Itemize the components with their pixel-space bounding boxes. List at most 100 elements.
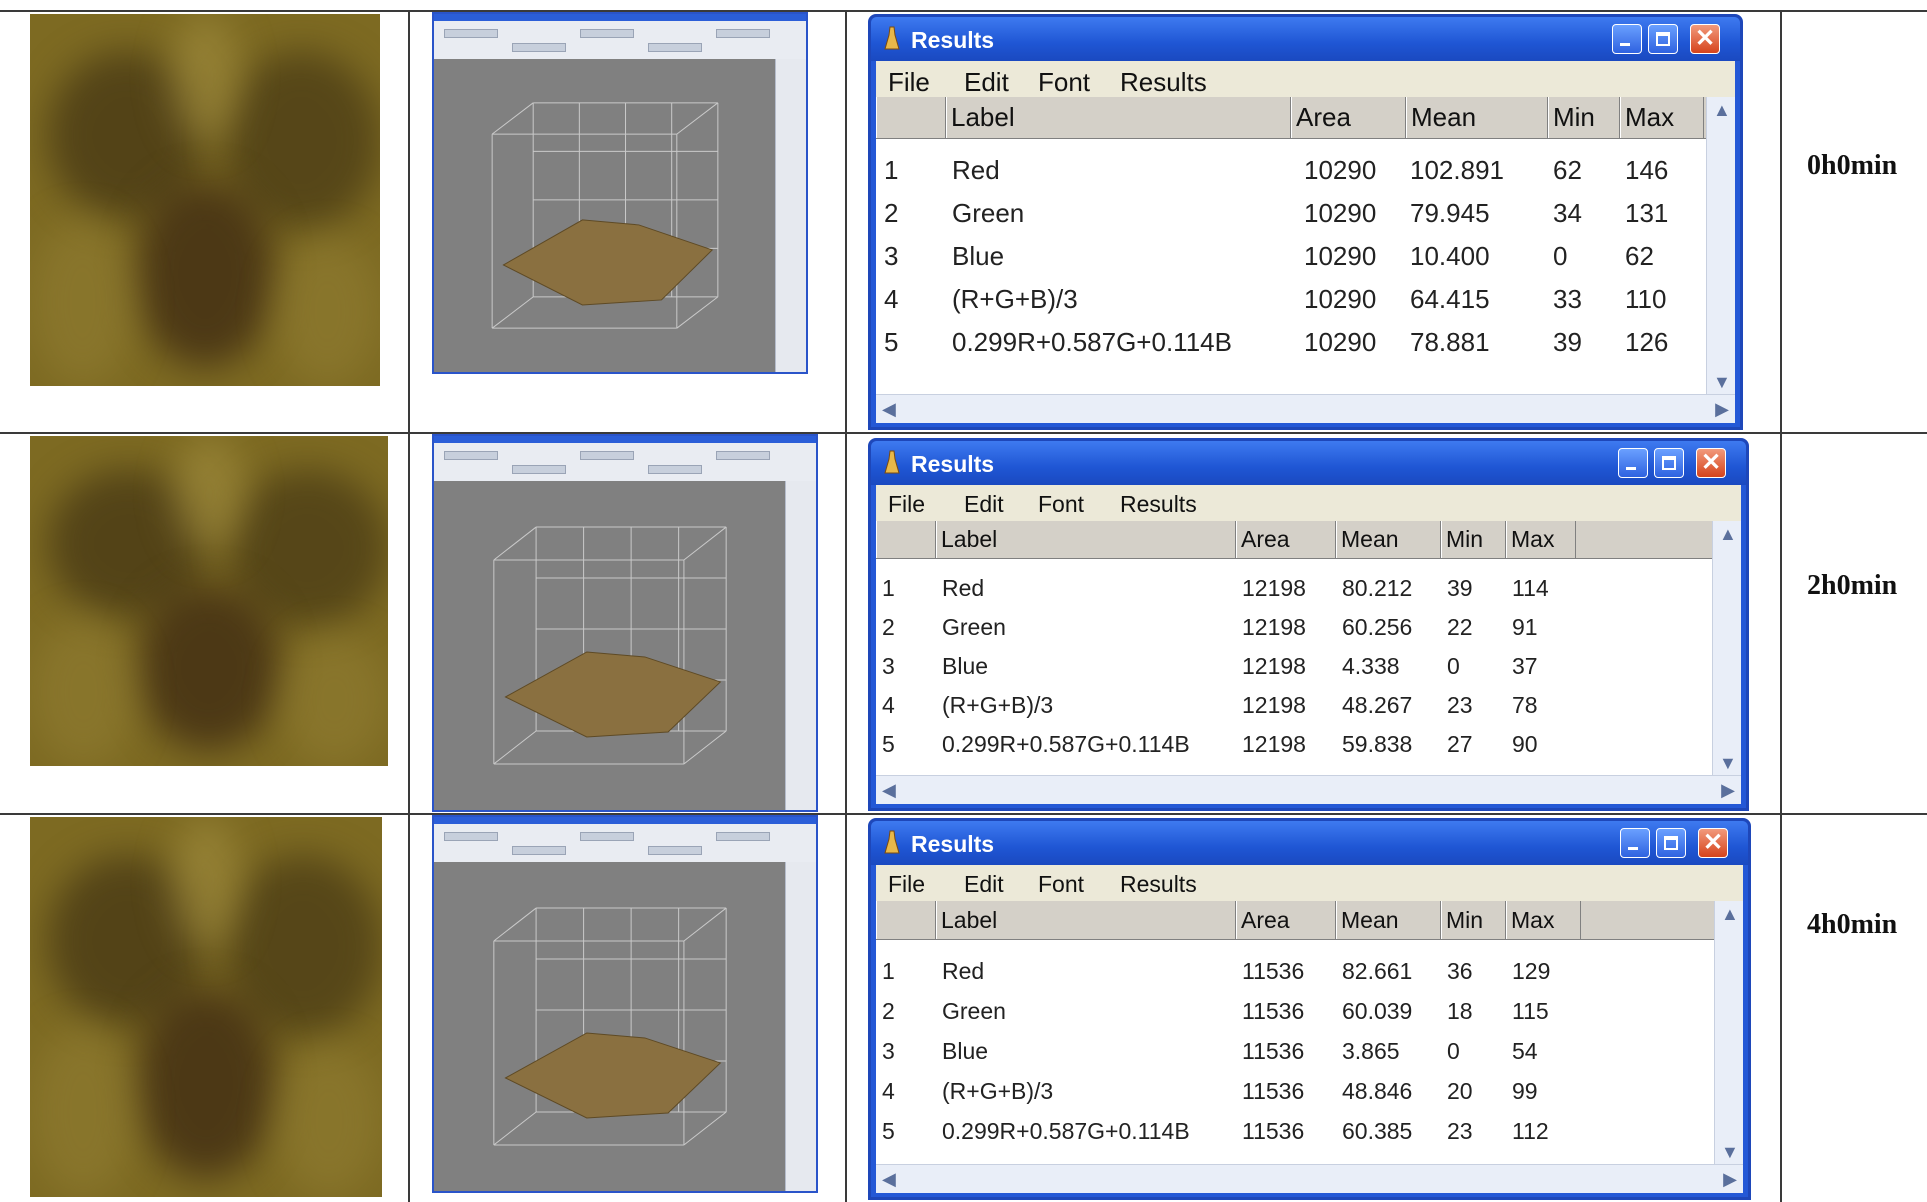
header-index[interactable] [876,521,936,558]
minimize-button[interactable] [1620,828,1650,858]
header-min[interactable]: Min [1548,97,1620,138]
horizontal-scrollbar[interactable]: ◀ ▶ [876,1164,1743,1193]
header-area[interactable]: Area [1236,521,1336,558]
plot-toolbar-control[interactable] [444,832,498,841]
plot-toolbar-control[interactable] [580,451,634,460]
scroll-down-icon[interactable]: ▼ [1719,754,1737,772]
close-button[interactable]: ✕ [1690,24,1720,54]
scroll-down-icon[interactable]: ▼ [1721,1143,1739,1161]
header-mean[interactable]: Mean [1336,901,1441,939]
table-row[interactable]: 1 Red 10290 102.891 62 146 [876,149,1707,192]
plot-box-edge [493,907,537,942]
menu-edit[interactable]: Edit [964,67,1009,98]
plot-toolbar-control[interactable] [716,451,770,460]
horizontal-scrollbar[interactable]: ◀ ▶ [876,775,1741,804]
header-index[interactable] [876,97,946,138]
table-row[interactable]: 1 Red 12198 80.212 39 114 [876,569,1713,608]
table-row[interactable]: 1 Red 11536 82.661 36 129 [876,951,1715,991]
surface-plot-window [432,434,818,812]
header-min[interactable]: Min [1441,521,1506,558]
menu-bar: File Edit Font Results [876,61,1735,97]
menu-edit[interactable]: Edit [964,491,1004,518]
plot-box-edge [683,1111,727,1146]
scroll-up-icon[interactable]: ▲ [1721,905,1739,923]
table-row[interactable]: 4 (R+G+B)/3 10290 64.415 33 110 [876,278,1707,321]
header-mean[interactable]: Mean [1406,97,1548,138]
table-row[interactable]: 3 Blue 11536 3.865 0 54 [876,1031,1715,1071]
plot-toolbar-control[interactable] [512,465,566,474]
window-titlebar[interactable]: Results ✕ [871,821,1748,865]
window-titlebar[interactable]: Results ✕ [871,17,1740,61]
menu-file[interactable]: File [888,871,925,898]
header-mean[interactable]: Mean [1336,521,1441,558]
window-titlebar[interactable]: Results ✕ [871,441,1746,485]
header-min[interactable]: Min [1441,901,1506,939]
table-row[interactable]: 3 Blue 12198 4.338 0 37 [876,647,1713,686]
table-row[interactable]: 5 0.299R+0.587G+0.114B 11536 60.385 23 112 [876,1111,1715,1151]
scroll-up-icon[interactable]: ▲ [1713,101,1731,119]
minimize-button[interactable] [1618,448,1648,478]
header-area[interactable]: Area [1291,97,1406,138]
scroll-up-icon[interactable]: ▲ [1719,525,1737,543]
close-button[interactable]: ✕ [1696,448,1726,478]
maximize-button[interactable] [1656,828,1686,858]
table-row[interactable]: 2 Green 11536 60.039 18 115 [876,991,1715,1031]
header-max[interactable]: Max [1506,521,1576,558]
plot-toolbar-control[interactable] [444,29,498,38]
menu-font[interactable]: Font [1038,491,1084,518]
table-cell: 102.891 [1410,155,1504,185]
table-cell: 1 [884,155,899,185]
horizontal-scrollbar[interactable]: ◀ ▶ [876,394,1735,423]
header-label[interactable]: Label [946,97,1291,138]
header-index[interactable] [876,901,936,939]
plot-toolbar-control[interactable] [580,832,634,841]
scroll-right-icon[interactable]: ▶ [1723,1170,1737,1188]
table-row[interactable]: 2 Green 10290 79.945 34 131 [876,192,1707,235]
scroll-left-icon[interactable]: ◀ [882,400,896,418]
menu-results[interactable]: Results [1120,871,1197,898]
header-area[interactable]: Area [1236,901,1336,939]
scroll-right-icon[interactable]: ▶ [1715,400,1729,418]
plot-toolbar-control[interactable] [512,846,566,855]
plot-toolbar-control[interactable] [648,465,702,474]
scroll-right-icon[interactable]: ▶ [1721,781,1735,799]
table-cell: 12198 [1242,575,1306,601]
menu-results[interactable]: Results [1120,67,1207,98]
scroll-left-icon[interactable]: ◀ [882,781,896,799]
header-max[interactable]: Max [1620,97,1704,138]
vertical-scrollbar[interactable]: ▲ ▼ [1712,521,1741,776]
table-row[interactable]: 2 Green 12198 60.256 22 91 [876,608,1713,647]
header-label[interactable]: Label [936,521,1236,558]
plot-toolbar-control[interactable] [512,43,566,52]
table-row[interactable]: 4 (R+G+B)/3 12198 48.267 23 78 [876,686,1713,725]
vertical-scrollbar[interactable]: ▲ ▼ [1714,901,1743,1165]
vertical-scrollbar[interactable]: ▲ ▼ [1706,97,1735,395]
minimize-button[interactable] [1612,24,1642,54]
header-max[interactable]: Max [1506,901,1581,939]
table-row[interactable]: 5 0.299R+0.587G+0.114B 12198 59.838 27 90 [876,725,1713,764]
plot-toolbar-control[interactable] [716,832,770,841]
plot-toolbar-control[interactable] [648,43,702,52]
plot-toolbar-control[interactable] [580,29,634,38]
table-row[interactable]: 4 (R+G+B)/3 11536 48.846 20 99 [876,1071,1715,1111]
maximize-button[interactable] [1648,24,1678,54]
menu-font[interactable]: Font [1038,67,1090,98]
close-button[interactable]: ✕ [1698,828,1728,858]
scroll-down-icon[interactable]: ▼ [1713,373,1731,391]
table-cell: 5 [882,731,895,757]
header-label[interactable]: Label [936,901,1236,939]
plot-toolbar-control[interactable] [444,451,498,460]
table-row[interactable]: 3 Blue 10290 10.400 0 62 [876,235,1707,278]
menu-file[interactable]: File [888,491,925,518]
menu-results[interactable]: Results [1120,491,1197,518]
menu-font[interactable]: Font [1038,871,1084,898]
table-row[interactable]: 5 0.299R+0.587G+0.114B 10290 78.881 39 126 [876,321,1707,364]
imagej-app-icon [883,449,901,475]
menu-file[interactable]: File [888,67,930,98]
table-cell: 34 [1553,198,1582,228]
menu-edit[interactable]: Edit [964,871,1004,898]
plot-toolbar-control[interactable] [716,29,770,38]
plot-toolbar-control[interactable] [648,846,702,855]
maximize-button[interactable] [1654,448,1684,478]
scroll-left-icon[interactable]: ◀ [882,1170,896,1188]
